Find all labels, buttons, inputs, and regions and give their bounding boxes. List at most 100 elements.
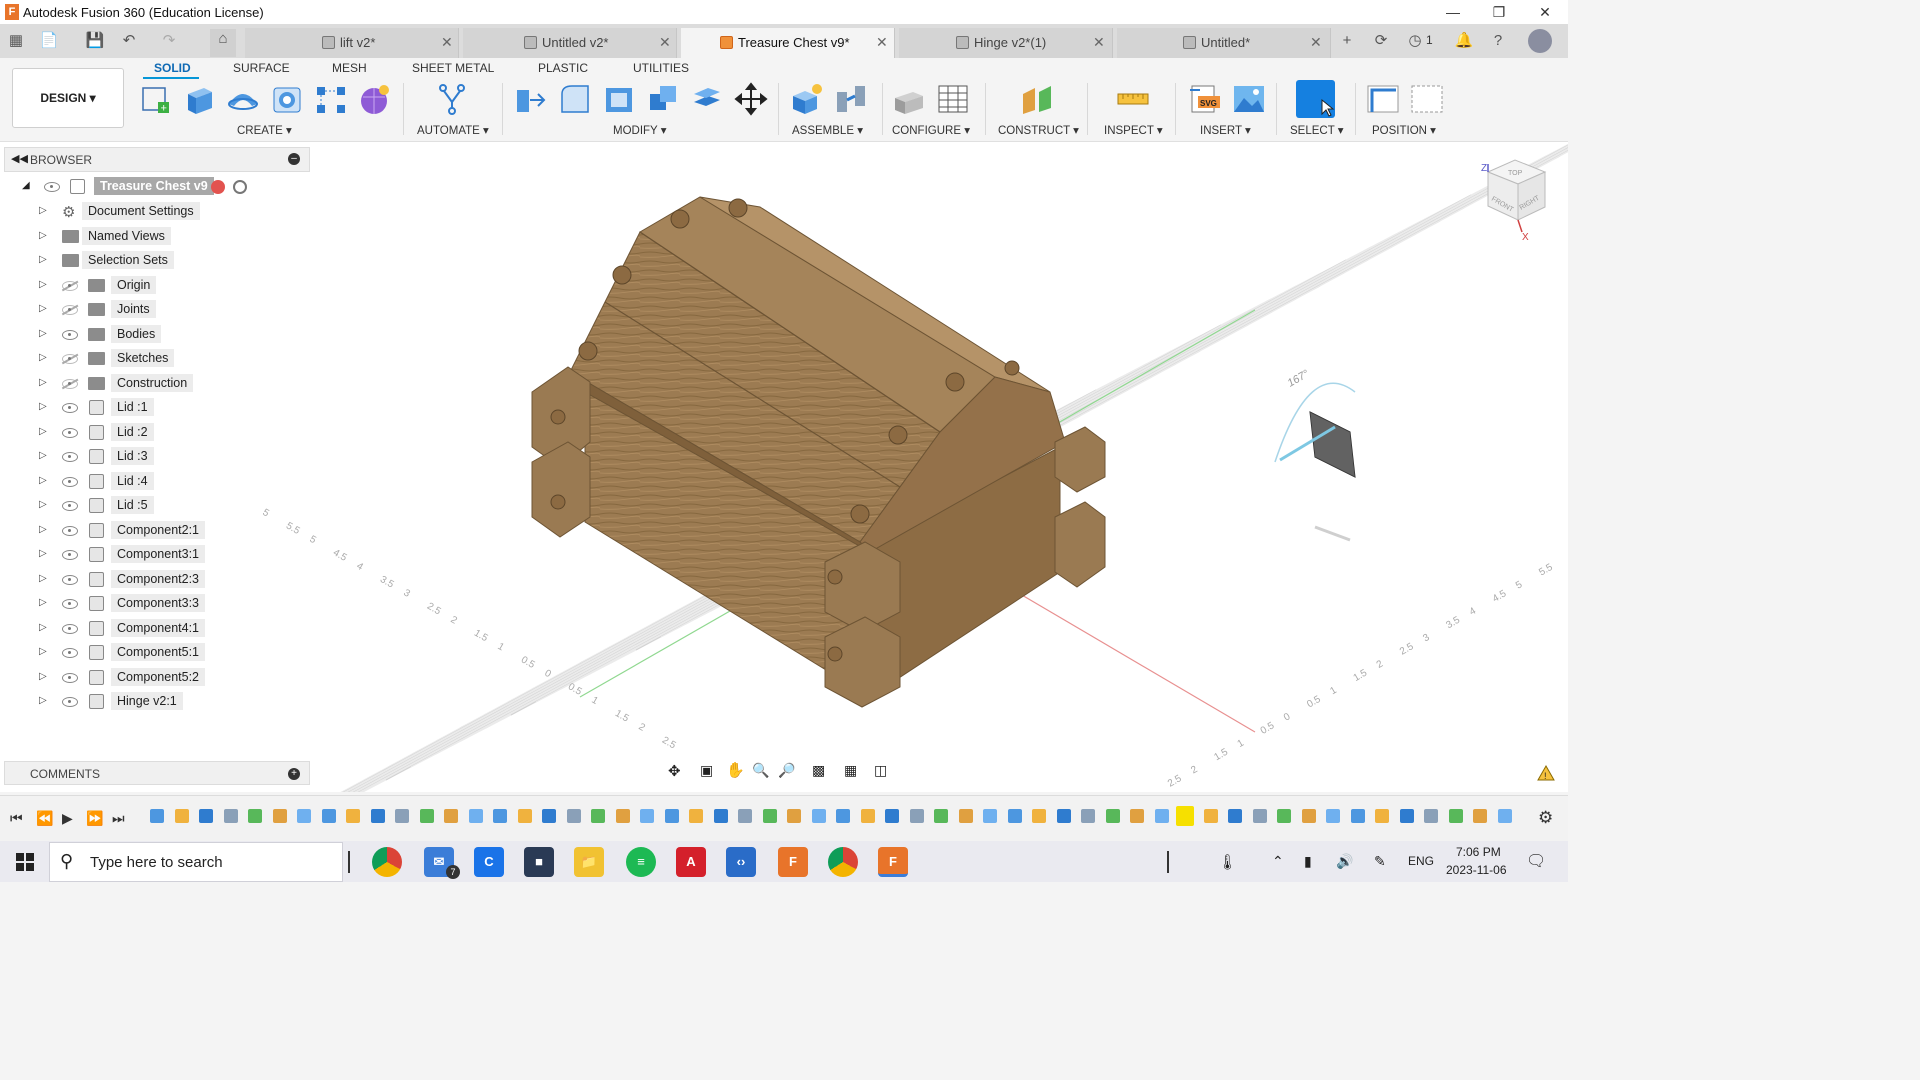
clock-date[interactable]: 2023-11-06 (1446, 863, 1507, 877)
browser-item[interactable]: ▷ Origin (0, 275, 320, 297)
go-to-end-icon[interactable]: ⏭ (112, 810, 125, 827)
browser-item-label[interactable]: Joints (111, 300, 156, 318)
home-icon[interactable]: ⌂ (210, 29, 236, 57)
viewports-icon[interactable]: ◫ (874, 762, 887, 779)
configuration-table-icon[interactable] (936, 82, 970, 116)
display-settings-icon[interactable]: ▩ (812, 762, 825, 779)
undo-icon[interactable]: ↶ (118, 31, 140, 51)
browser-item[interactable]: ▷ Component2:1 (0, 520, 320, 542)
expand-icon[interactable]: ▷ (39, 205, 47, 216)
record-icon[interactable] (211, 180, 225, 194)
visibility-icon[interactable] (62, 476, 78, 487)
create-menu[interactable]: CREATE ▾ (237, 123, 292, 137)
tray-expand-icon[interactable]: ⌃ (1272, 853, 1284, 870)
vscode-icon[interactable]: ‹› (726, 847, 756, 877)
visibility-icon[interactable] (62, 403, 78, 413)
visibility-icon[interactable] (62, 648, 78, 658)
timeline-feature[interactable] (1252, 809, 1267, 823)
browser-item-label[interactable]: Component2:3 (111, 569, 206, 588)
tab-treasure-chest[interactable]: Treasure Chest v9* ✕ (681, 28, 895, 58)
construct-menu[interactable]: CONSTRUCT ▾ (998, 123, 1079, 137)
timeline-feature[interactable] (174, 809, 189, 823)
virtualbox-icon[interactable]: ■ (524, 847, 554, 877)
timeline-feature[interactable] (1056, 809, 1071, 823)
expand-icon[interactable]: ▷ (39, 646, 47, 657)
browser-item[interactable]: ▷ Lid :2 (0, 422, 320, 444)
timeline-feature[interactable] (1277, 809, 1291, 823)
timeline-feature[interactable] (836, 809, 850, 823)
visibility-icon[interactable] (62, 623, 78, 634)
cortana-icon[interactable]: C (474, 847, 504, 877)
tab-surface[interactable]: SURFACE (233, 61, 290, 75)
expand-icon[interactable]: ▷ (39, 450, 47, 461)
insert-canvas-icon[interactable] (1232, 82, 1266, 116)
offset-face-icon[interactable] (690, 82, 724, 116)
expand-icon[interactable]: ▷ (39, 377, 47, 388)
go-to-start-icon[interactable]: ⏮ (10, 810, 23, 827)
browser-item-label[interactable]: Lid :1 (111, 398, 154, 416)
browser-root[interactable]: ◢ Treasure Chest v9 (0, 176, 320, 198)
expand-icon[interactable]: ◢ (22, 180, 30, 191)
timeline-feature[interactable] (248, 809, 262, 823)
visibility-icon[interactable] (62, 501, 78, 511)
browser-item-label[interactable]: Lid :5 (111, 496, 154, 514)
browser-item[interactable]: ▷ Bodies (0, 324, 320, 346)
timeline-feature[interactable] (444, 809, 458, 823)
timeline-feature[interactable] (150, 809, 164, 823)
browser-item[interactable]: ▷ Joints (0, 299, 320, 321)
fusion-360-active-icon[interactable]: F (878, 847, 908, 877)
select-icon[interactable] (1296, 80, 1335, 118)
chrome-profile-icon[interactable] (828, 847, 858, 877)
inspect-menu[interactable]: INSPECT ▾ (1104, 123, 1163, 137)
expand-icon[interactable]: ▷ (39, 548, 47, 559)
expand-icon[interactable]: ▷ (39, 622, 47, 633)
taskbar-search[interactable]: ⚲ Type here to search (49, 842, 343, 882)
revolve-icon[interactable] (226, 82, 260, 116)
view-cube[interactable]: TOP FRONT RIGHT Z X (1481, 159, 1547, 243)
windows-start-icon[interactable] (16, 853, 34, 874)
browser-panel-header[interactable]: ◀◀ BROWSER – (4, 147, 310, 172)
look-at-icon[interactable]: ▣ (700, 762, 713, 779)
tab-mesh[interactable]: MESH (332, 61, 367, 75)
expand-icon[interactable]: ▷ (39, 573, 47, 584)
timeline-feature[interactable] (493, 809, 507, 823)
expand-icon[interactable]: ▷ (39, 426, 47, 437)
browser-item[interactable]: ▷ Sketches (0, 348, 320, 370)
notifications-icon[interactable]: 🔔 (1453, 31, 1475, 51)
timeline-feature[interactable] (1375, 809, 1389, 823)
activate-icon[interactable] (233, 180, 247, 194)
root-label[interactable]: Treasure Chest v9 (94, 177, 214, 195)
timeline-feature[interactable] (468, 809, 483, 823)
timeline-feature[interactable] (1105, 809, 1120, 823)
timeline-feature[interactable] (640, 809, 654, 823)
close-icon[interactable]: ✕ (659, 34, 671, 51)
tab-hinge[interactable]: Hinge v2*(1) ✕ (899, 28, 1113, 58)
weather-icon[interactable]: 🌡 (1218, 853, 1237, 871)
timeline-feature[interactable] (983, 809, 997, 823)
timeline-feature[interactable] (591, 809, 605, 823)
capture-position-icon[interactable] (1366, 82, 1400, 116)
browser-item-label[interactable]: Component4:1 (111, 618, 206, 637)
timeline-feature[interactable] (272, 809, 287, 823)
orbit-icon[interactable]: ✥ (668, 762, 681, 780)
job-status-icon[interactable]: ◷ (1404, 31, 1426, 51)
add-comment-icon[interactable]: + (288, 768, 300, 780)
visibility-icon[interactable] (62, 427, 78, 438)
pan-icon[interactable]: ✋ (726, 761, 745, 779)
browser-item[interactable]: ▷ Component4:1 (0, 618, 320, 640)
browser-item-label[interactable]: Lid :4 (111, 471, 154, 490)
timeline-feature[interactable] (566, 809, 581, 823)
expand-icon[interactable]: ▷ (39, 303, 47, 314)
timeline-feature[interactable] (346, 809, 360, 823)
restore-button[interactable]: ❐ (1476, 0, 1522, 24)
new-component-icon[interactable] (790, 82, 824, 116)
timeline-feature[interactable] (199, 809, 213, 823)
tab-utilities[interactable]: UTILITIES (633, 61, 689, 75)
extrude-icon[interactable] (182, 82, 216, 116)
position-menu[interactable]: POSITION ▾ (1372, 123, 1436, 137)
browser-item[interactable]: ▷ Component5:2 (0, 667, 320, 689)
browser-item-label[interactable]: Origin (111, 275, 157, 294)
fusion-360-icon[interactable]: F (778, 847, 808, 877)
visibility-icon[interactable] (62, 329, 78, 340)
fit-icon[interactable]: 🔎 (778, 762, 795, 779)
